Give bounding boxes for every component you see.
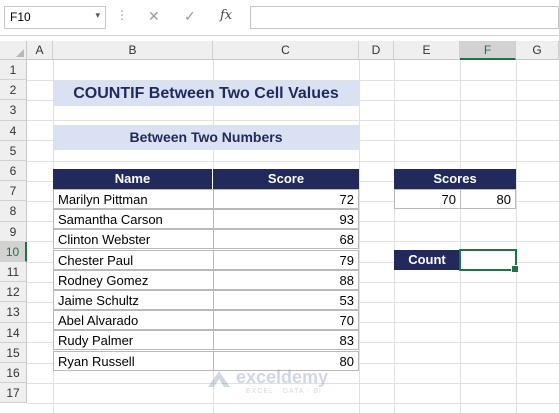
row-header-9[interactable]: 9 bbox=[0, 221, 27, 242]
cell-name[interactable]: Ryan Russell bbox=[53, 350, 214, 371]
cell-score[interactable]: 93 bbox=[213, 209, 359, 230]
cell-name[interactable]: Chester Paul bbox=[53, 249, 214, 270]
cell-score[interactable]: 83 bbox=[213, 330, 359, 351]
chevron-down-icon[interactable]: ▾ bbox=[95, 10, 100, 21]
row-header-8[interactable]: 8 bbox=[0, 201, 27, 222]
name-box-value: F10 bbox=[10, 10, 31, 24]
row-header-16[interactable]: 16 bbox=[0, 363, 27, 384]
row-header-7[interactable]: 7 bbox=[0, 181, 27, 202]
cancel-icon[interactable]: ✕ bbox=[148, 8, 160, 25]
grid-line bbox=[27, 120, 559, 121]
formula-bar: F10 ▾ ⋮ ✕ ✓ fx bbox=[0, 0, 559, 36]
drag-handle-icon[interactable]: ⋮ bbox=[116, 9, 128, 21]
cell-score[interactable]: 70 bbox=[213, 310, 359, 331]
select-all-button[interactable] bbox=[0, 41, 27, 60]
grid-line bbox=[394, 60, 395, 413]
row-header-17[interactable]: 17 bbox=[0, 383, 27, 404]
cell-name[interactable]: Jaime Schultz bbox=[53, 290, 214, 310]
count-label: Count bbox=[394, 249, 460, 270]
cell-score[interactable]: 68 bbox=[213, 229, 359, 250]
row-header-2[interactable]: 2 bbox=[0, 80, 27, 101]
row-header-12[interactable]: 12 bbox=[0, 282, 27, 303]
column-header-g[interactable]: G bbox=[516, 41, 559, 60]
formula-actions: ✕ ✓ fx bbox=[136, 6, 246, 29]
formula-input[interactable] bbox=[250, 6, 559, 29]
cell-name[interactable]: Abel Alvarado bbox=[53, 310, 214, 331]
scores-header: Scores bbox=[394, 169, 516, 189]
column-header-d[interactable]: D bbox=[359, 41, 394, 60]
row-header-15[interactable]: 15 bbox=[0, 342, 27, 363]
cell-name[interactable]: Samantha Carson bbox=[53, 209, 214, 230]
enter-icon[interactable]: ✓ bbox=[184, 8, 196, 25]
cell-score[interactable]: 53 bbox=[213, 290, 359, 310]
column-header-c[interactable]: C bbox=[213, 41, 359, 60]
row-header-5[interactable]: 5 bbox=[0, 140, 27, 161]
cell-score[interactable]: 88 bbox=[213, 269, 359, 290]
grid-line bbox=[460, 60, 461, 413]
row-header-6[interactable]: 6 bbox=[0, 161, 27, 182]
column-header-f[interactable]: F bbox=[460, 41, 516, 60]
insert-function-icon[interactable]: fx bbox=[220, 8, 232, 23]
cell-name[interactable]: Rodney Gomez bbox=[53, 269, 214, 290]
row-header-4[interactable]: 4 bbox=[0, 120, 27, 141]
cell-name[interactable]: Marilyn Pittman bbox=[53, 189, 214, 209]
column-header-e[interactable]: E bbox=[394, 41, 460, 60]
main-title: COUNTIF Between Two Cell Values bbox=[53, 80, 359, 106]
table-header-score: Score bbox=[213, 169, 359, 189]
row-header-11[interactable]: 11 bbox=[0, 262, 27, 283]
grid-line bbox=[27, 161, 559, 162]
active-cell-f10[interactable] bbox=[459, 248, 519, 273]
grid-line bbox=[27, 403, 559, 404]
watermark-tagline: EXCEL · DATA · BI bbox=[246, 388, 322, 395]
grid-line bbox=[516, 60, 517, 413]
grid-line bbox=[359, 60, 360, 413]
row-header-10[interactable]: 10 bbox=[0, 241, 27, 262]
row-header-14[interactable]: 14 bbox=[0, 322, 27, 343]
cell-name[interactable]: Rudy Palmer bbox=[53, 330, 214, 351]
section-title: Between Two Numbers bbox=[53, 124, 359, 150]
table-header-name: Name bbox=[53, 169, 213, 189]
exceldemy-logo-icon bbox=[208, 371, 230, 387]
cell-name[interactable]: Clinton Webster bbox=[53, 229, 214, 250]
watermark-name: exceldemy bbox=[236, 367, 329, 387]
row-header-1[interactable]: 1 bbox=[0, 60, 27, 81]
column-header-b[interactable]: B bbox=[53, 41, 213, 60]
cell-score[interactable]: 72 bbox=[213, 189, 359, 209]
cell-score-high[interactable]: 80 bbox=[460, 189, 516, 209]
row-header-13[interactable]: 13 bbox=[0, 302, 27, 323]
cell-score[interactable]: 79 bbox=[213, 249, 359, 270]
column-header-a[interactable]: A bbox=[27, 41, 53, 60]
watermark: exceldemy EXCEL · DATA · BI bbox=[206, 366, 356, 398]
cell-score-low[interactable]: 70 bbox=[394, 189, 461, 209]
name-box[interactable]: F10 ▾ bbox=[4, 6, 106, 29]
row-header-3[interactable]: 3 bbox=[0, 100, 27, 121]
